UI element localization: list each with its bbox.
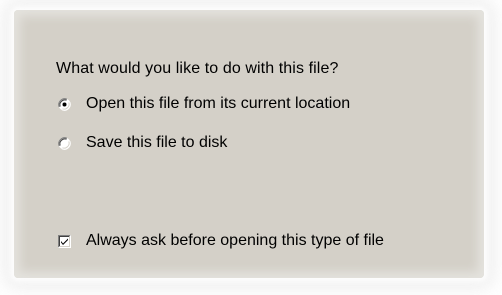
question-label: What would you like to do with this file… bbox=[56, 60, 339, 77]
open-file-option[interactable]: Open this file from its current location bbox=[58, 95, 350, 113]
screenshot-stage: What would you like to do with this file… bbox=[0, 0, 502, 295]
radio-selected-dot bbox=[62, 102, 67, 106]
always-ask-option[interactable]: Always ask before opening this type of f… bbox=[58, 232, 384, 250]
save-file-label[interactable]: Save this file to disk bbox=[86, 134, 227, 152]
open-file-label[interactable]: Open this file from its current location bbox=[86, 95, 350, 113]
save-file-radio[interactable] bbox=[58, 136, 71, 150]
always-ask-checkbox[interactable] bbox=[58, 234, 71, 248]
always-ask-label[interactable]: Always ask before opening this type of f… bbox=[86, 232, 384, 250]
save-file-option[interactable]: Save this file to disk bbox=[58, 134, 227, 152]
open-file-radio[interactable] bbox=[58, 97, 71, 111]
